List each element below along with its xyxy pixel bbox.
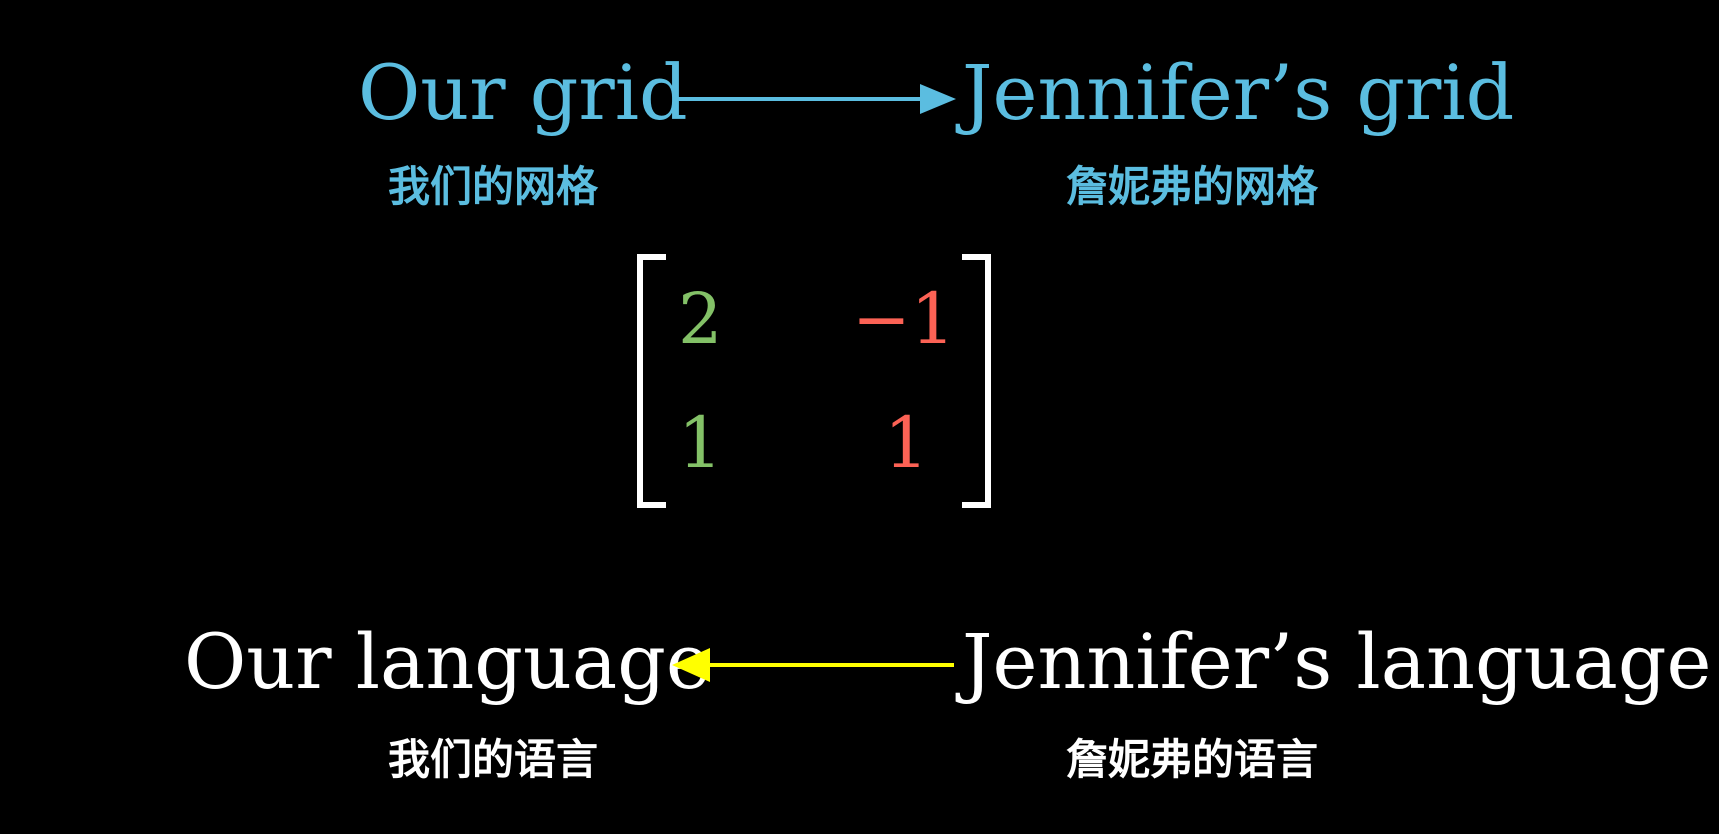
jennifer-language-caption: 詹妮弗的语言 xyxy=(1066,735,1319,784)
left-bracket-icon xyxy=(637,254,666,508)
matrix-entry-r2c1: 1 xyxy=(678,402,723,484)
matrix-entry-r1c1: 2 xyxy=(678,278,723,360)
our-grid-caption: 我们的网格 xyxy=(388,162,599,211)
our-language-label: Our language xyxy=(184,617,711,706)
jennifer-language-label: Jennifer’s language xyxy=(962,617,1712,706)
right-arrow-icon xyxy=(676,84,956,114)
matrix-entry-r1c2: −1 xyxy=(852,278,956,360)
jennifer-grid-caption: 詹妮弗的网格 xyxy=(1066,162,1319,211)
right-bracket-icon xyxy=(962,254,991,508)
matrix-entry-r2c2: 1 xyxy=(884,402,929,484)
jennifer-grid-label: Jennifer’s grid xyxy=(962,48,1515,137)
our-grid-label: Our grid xyxy=(358,48,688,137)
our-language-caption: 我们的语言 xyxy=(388,735,599,784)
left-arrow-icon xyxy=(672,648,954,682)
